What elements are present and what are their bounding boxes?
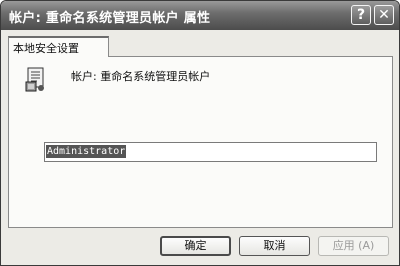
window-title: 帐户: 重命名系统管理员帐户 属性: [9, 11, 211, 26]
apply-button[interactable]: 应用 (A): [318, 236, 389, 256]
ok-button[interactable]: 确定: [160, 236, 231, 256]
properties-dialog: 帐户: 重命名系统管理员帐户 属性 ? ✕ 本地安全设置 帐户: 重命名系统管理…: [0, 0, 400, 266]
title-bar[interactable]: 帐户: 重命名系统管理员帐户 属性 ? ✕: [1, 1, 399, 30]
account-name-value: Administrator: [46, 145, 127, 158]
cancel-button[interactable]: 取消: [239, 236, 310, 256]
account-name-input[interactable]: Administrator: [44, 142, 377, 162]
policy-name-label: 帐户: 重命名系统管理员帐户: [71, 70, 211, 83]
close-button[interactable]: ✕: [374, 5, 394, 25]
policy-document-icon: [25, 67, 47, 93]
help-button[interactable]: ?: [351, 5, 371, 25]
tab-local-security-setting[interactable]: 本地安全设置: [8, 36, 109, 57]
